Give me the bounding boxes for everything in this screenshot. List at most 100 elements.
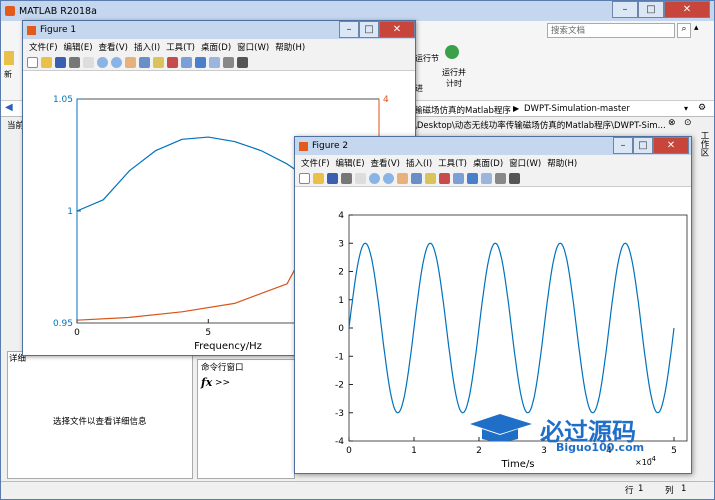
figure-icon [27,25,36,35]
brush-icon[interactable] [167,57,178,68]
legend-icon[interactable] [209,57,220,68]
data-cursor-icon[interactable] [153,57,164,68]
matlab-titlebar: MATLAB R2018a [1,1,714,21]
status-row-value: 1 [638,484,644,494]
workspace-tab[interactable]: 工作区 [698,131,710,157]
zoom-out-icon[interactable] [383,173,394,184]
figure1-xlabel: Frequency/Hz [194,341,262,352]
path-bar-close-icon[interactable]: ⊗ [668,118,676,128]
rotate-icon[interactable] [411,173,422,184]
hide-plot-tools-icon[interactable] [223,57,234,68]
figure1-maximize-button[interactable]: □ [359,21,379,38]
brush-icon[interactable] [439,173,450,184]
figure2-xtick-label: 5 [671,446,677,456]
figure2-ytick-label: 4 [338,211,344,221]
figure2-menu-help[interactable]: 帮助(H) [547,157,577,169]
open-file-icon[interactable] [313,173,324,184]
figure1-menu-view[interactable]: 查看(V) [99,41,128,53]
figure2-xlabel: Time/s [500,459,534,470]
ribbon-stub-label[interactable]: 进 [415,83,423,94]
hide-plot-tools-icon[interactable] [495,173,506,184]
command-prompt[interactable]: >> [215,378,230,388]
figure2-maximize-button[interactable]: □ [633,137,653,154]
print-icon[interactable] [341,173,352,184]
ribbon-expand-icon[interactable]: ▴ [694,23,699,33]
colorbar-icon[interactable] [467,173,478,184]
new-button-icon[interactable] [4,51,14,65]
minimize-button[interactable]: – [612,1,638,18]
figure2-close-button[interactable]: ✕ [653,137,689,154]
open-file-icon[interactable] [41,57,52,68]
new-figure-icon[interactable] [27,57,38,68]
figure1-menu-edit[interactable]: 编辑(E) [64,41,93,53]
save-icon[interactable] [55,57,66,68]
figure2-menu-insert[interactable]: 插入(I) [406,157,432,169]
pointer-icon[interactable] [355,173,366,184]
legend-icon[interactable] [481,173,492,184]
figure1-menu-desktop[interactable]: 桌面(D) [201,41,231,53]
figure1-yright-tick-label: 4 [383,95,389,105]
figure2-xtick-label: 3 [541,446,547,456]
browse-icon[interactable]: ⚙ [698,103,706,113]
figure1-ytick-label: 1 [67,207,73,217]
figure2-ytick-label: -1 [335,352,344,362]
path-segment-1[interactable]: 輸磁场仿真的Matlab程序 [414,104,511,116]
figure1-menu-file[interactable]: 文件(F) [29,41,58,53]
fx-icon[interactable]: fx [201,376,212,389]
figure2-menu-edit[interactable]: 编辑(E) [336,157,365,169]
print-icon[interactable] [69,57,80,68]
show-plot-tools-icon[interactable] [237,57,248,68]
back-arrow-icon[interactable]: ◀ [5,102,13,113]
colorbar-icon[interactable] [195,57,206,68]
figure1-close-button[interactable]: ✕ [379,21,415,38]
show-plot-tools-icon[interactable] [509,173,520,184]
save-icon[interactable] [327,173,338,184]
figure2-menu-file[interactable]: 文件(F) [301,157,330,169]
path-segment-2[interactable]: DWPT-Simulation-master [524,104,630,114]
rotate-icon[interactable] [139,57,150,68]
link-icon[interactable] [181,57,192,68]
path-separator-icon: ▶ [513,104,520,113]
matlab-title: MATLAB R2018a [19,5,97,17]
figure1-menu-window[interactable]: 窗口(W) [237,41,269,53]
figure2-menu-tools[interactable]: 工具(T) [438,157,467,169]
run-and-time-icon[interactable] [445,45,459,59]
zoom-in-icon[interactable] [369,173,380,184]
figure2-menu-window[interactable]: 窗口(W) [509,157,541,169]
figure2-menu-desktop[interactable]: 桌面(D) [473,157,503,169]
figure1-minimize-button[interactable]: – [339,21,359,38]
folder-path-bar: \Desktop\动态无线功率传输磁场仿真的Matlab程序\DWPT-Sim.… [414,121,666,131]
figure2-x-exponent-power: -4 [649,455,657,463]
figure-icon [299,141,308,151]
close-button[interactable]: ✕ [664,1,710,18]
figure2-axes-box [348,214,688,442]
figure2-xtick-label: 0 [346,446,352,456]
path-dropdown-icon[interactable]: ▾ [684,104,688,113]
zoom-out-icon[interactable] [111,57,122,68]
pointer-icon[interactable] [83,57,94,68]
link-icon[interactable] [453,173,464,184]
zoom-in-icon[interactable] [97,57,108,68]
path-bar-collapse-icon[interactable]: ⊙ [684,118,692,128]
figure1-menu-help[interactable]: 帮助(H) [275,41,305,53]
pan-icon[interactable] [397,173,408,184]
ribbon-run-section-label[interactable]: 运行节 [415,53,439,64]
pan-icon[interactable] [125,57,136,68]
figure2-menubar: 文件(F) 编辑(E) 查看(V) 插入(I) 工具(T) 桌面(D) 窗口(W… [295,155,691,171]
figure2-ytick-label: 3 [338,239,344,249]
new-figure-icon[interactable] [299,173,310,184]
figure2-minimize-button[interactable]: – [613,137,633,154]
figure2-toolbar [295,171,691,187]
status-col-label: 列 [665,486,674,496]
search-icon[interactable]: ⌕ [677,23,691,38]
data-cursor-icon[interactable] [425,173,436,184]
maximize-button[interactable]: □ [638,1,664,18]
run-and-time-button[interactable]: 运行并 计时 [439,67,469,89]
new-button-label[interactable]: 新 [4,69,12,80]
figure2-menu-view[interactable]: 查看(V) [371,157,400,169]
figure1-menu-tools[interactable]: 工具(T) [166,41,195,53]
figure1-menu-insert[interactable]: 插入(I) [134,41,160,53]
figure2-ytick-label: -3 [335,409,344,419]
search-field[interactable]: 搜索文档 [547,23,675,38]
figure2-ytick-label: -4 [335,437,344,447]
